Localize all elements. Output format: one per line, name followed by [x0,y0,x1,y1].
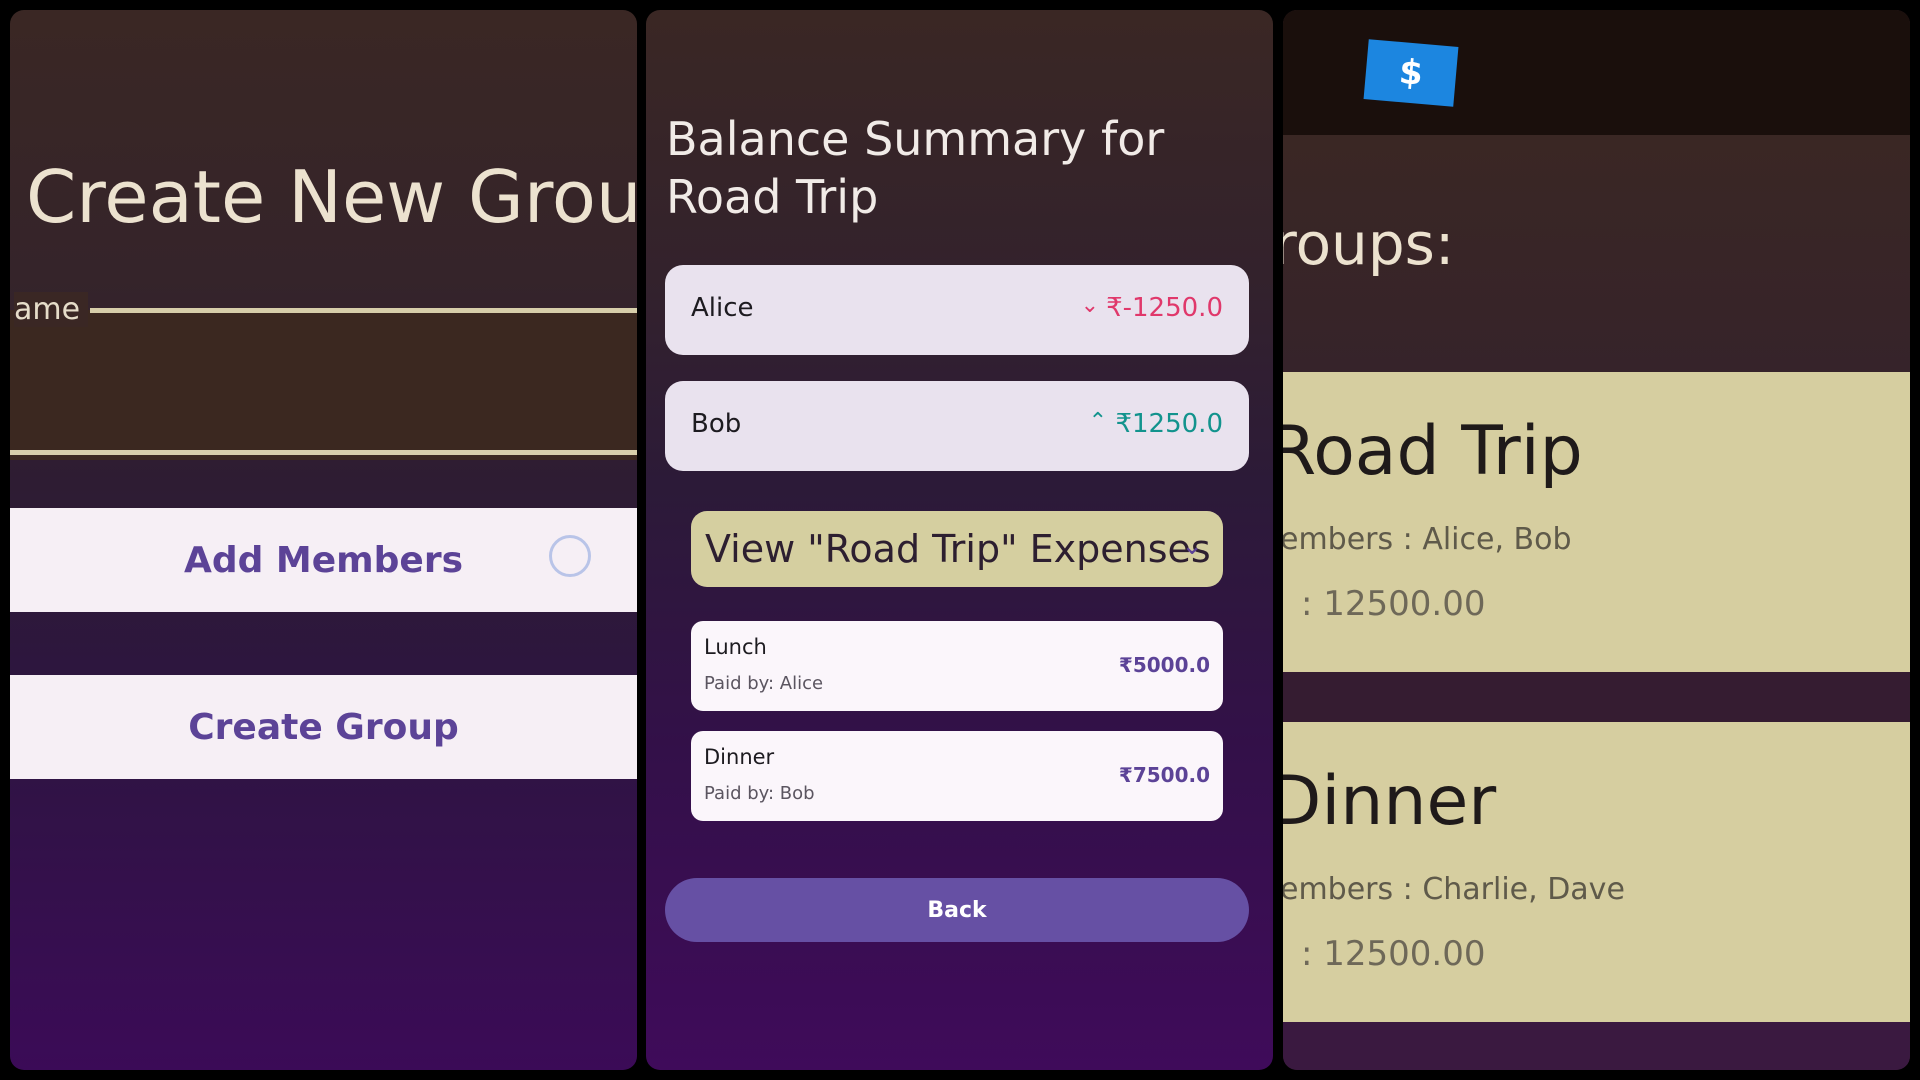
radio-icon[interactable] [549,535,591,577]
chevron-down-icon: ⌄ [1181,531,1203,561]
app-bar: $ [1283,10,1910,135]
create-group-button[interactable]: Create Group [10,675,637,779]
group-card-road-trip[interactable]: Road Trip embers : Alice, Bob : 12500.00 [1283,372,1910,672]
groups-screen: $ roups: Road Trip embers : Alice, Bob :… [1283,10,1910,1070]
group-name: Dinner [1283,762,1497,841]
expense-name: Lunch [704,635,767,659]
add-members-label: Add Members [183,539,464,581]
member-name: Alice [691,293,754,323]
page-title: Create New Group [26,155,637,239]
expense-item[interactable]: Dinner Paid by: Bob ₹7500.0 [691,731,1223,821]
chevron-up-icon: ⌃ [1088,409,1107,434]
add-members-button[interactable]: Add Members [10,508,637,612]
expense-paid-by: Paid by: Bob [704,783,815,804]
group-members: embers : Charlie, Dave [1283,872,1625,907]
create-group-screen: Create New Group ame Add Members Create … [10,10,637,1070]
divider [1283,672,1910,722]
create-group-label: Create Group [188,706,459,748]
back-label: Back [927,897,987,923]
expense-item[interactable]: Lunch Paid by: Alice ₹5000.0 [691,621,1223,711]
chevron-down-icon: ⌄ [1080,293,1099,318]
member-name: Bob [691,409,742,439]
field-outline-top [90,308,637,313]
groups-heading: roups: [1283,210,1455,278]
group-card-dinner[interactable]: Dinner embers : Charlie, Dave : 12500.00 [1283,722,1910,1022]
page-title: Balance Summary for Road Trip [666,112,1165,224]
expense-name: Dinner [704,745,775,769]
logo-symbol: $ [1397,52,1425,94]
group-total: : 12500.00 [1301,584,1486,624]
balance-summary-screen: Balance Summary for Road Trip Alice ⌄ ₹-… [646,10,1273,1070]
footer-band [1283,1022,1910,1070]
balance-row-bob[interactable]: Bob ⌃ ₹1250.0 [665,381,1249,471]
view-expenses-button[interactable]: View "Road Trip" Expenses ⌄ [691,511,1223,587]
dollar-logo-icon: $ [1363,39,1459,107]
balance-row-alice[interactable]: Alice ⌄ ₹-1250.0 [665,265,1249,355]
group-name: Road Trip [1283,412,1583,491]
group-name-label: ame [14,292,89,327]
balance-amount: ₹-1250.0 [1106,293,1223,323]
view-expenses-label: View "Road Trip" Expenses [705,527,1211,571]
expense-paid-by: Paid by: Alice [704,673,824,694]
expense-amount: ₹5000.0 [1118,653,1210,677]
back-button[interactable]: Back [665,878,1249,942]
balance-amount: ₹1250.0 [1115,409,1223,439]
group-members: embers : Alice, Bob [1283,522,1572,557]
field-outline-bottom [10,450,637,455]
group-total: : 12500.00 [1301,934,1486,974]
group-name-field[interactable] [10,310,637,460]
expense-amount: ₹7500.0 [1118,763,1210,787]
